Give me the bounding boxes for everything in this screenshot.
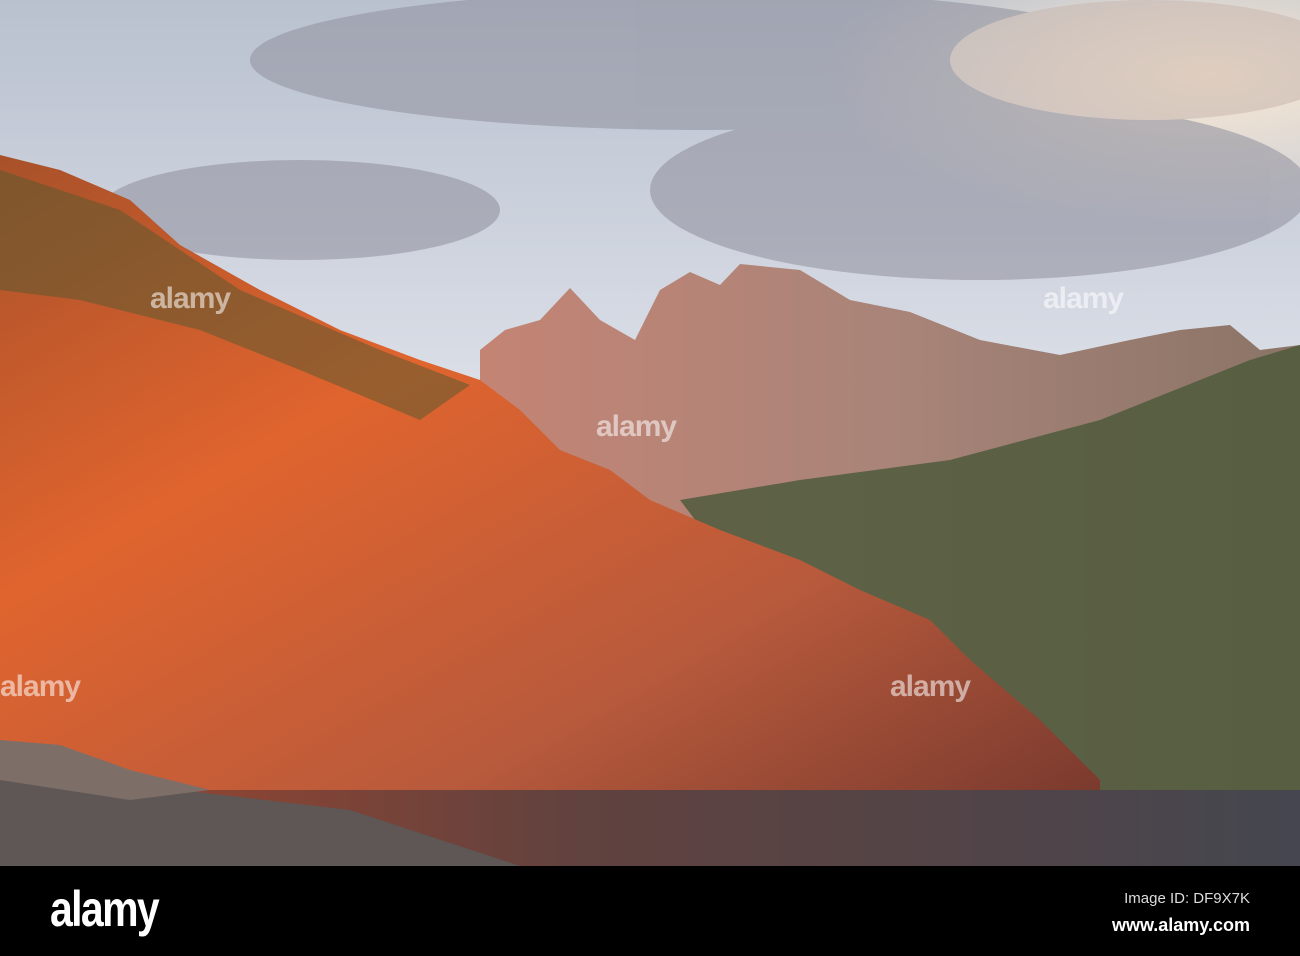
image-id: Image ID: DF9X7K <box>1124 890 1250 907</box>
watermark: alamy <box>0 670 81 703</box>
watermark: alamy <box>1043 282 1124 315</box>
watermark: alamy <box>150 282 231 315</box>
stock-photo: alamy alamy alamy alamy alamy alamy Imag… <box>0 0 1300 956</box>
footer-bar: alamy Image ID: DF9X7K www.alamy.com <box>0 866 1300 956</box>
watermark: alamy <box>596 410 677 443</box>
website-link[interactable]: www.alamy.com <box>1112 915 1250 936</box>
alamy-logo: alamy <box>50 881 160 937</box>
watermark: alamy <box>890 670 971 703</box>
